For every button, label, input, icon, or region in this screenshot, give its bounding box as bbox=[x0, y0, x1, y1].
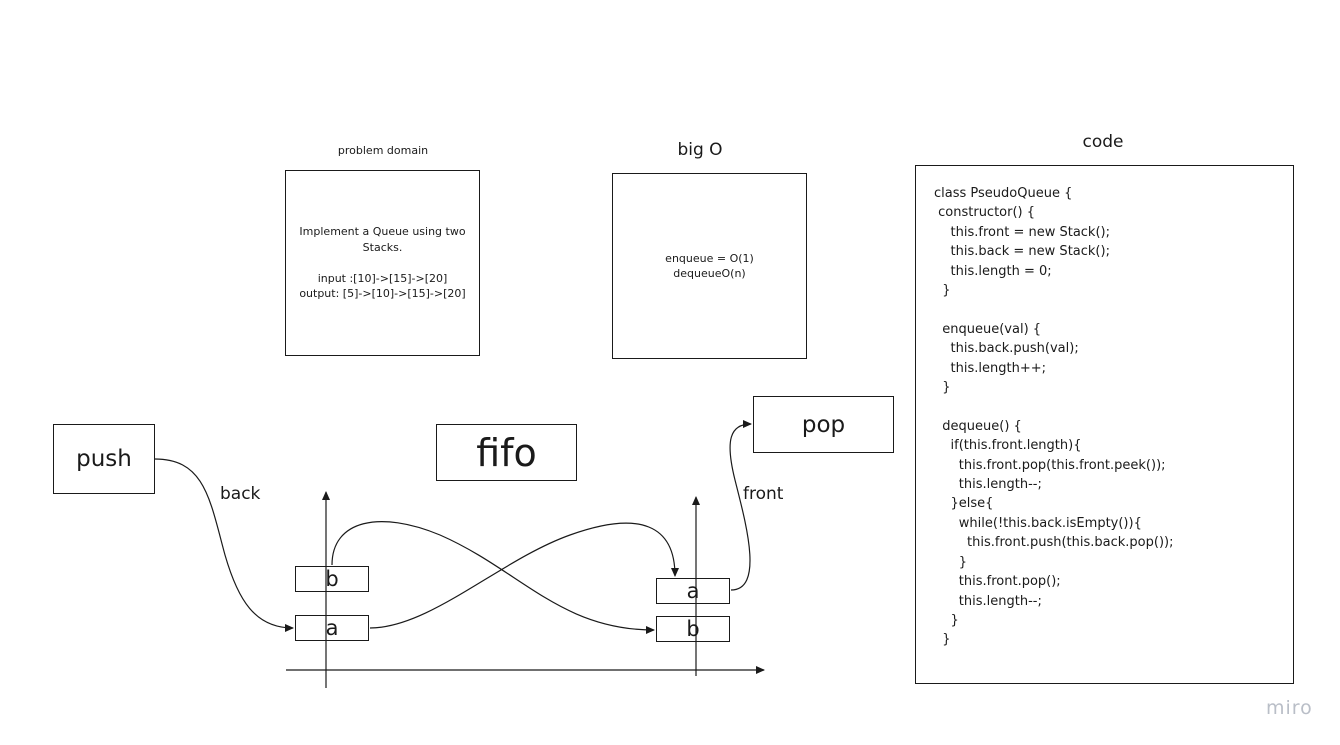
back-a-to-front-a-arrow bbox=[369, 522, 679, 629]
diagram-connectors bbox=[154, 420, 765, 688]
miro-logo: miro bbox=[1266, 697, 1313, 719]
push-to-back-arrow bbox=[154, 458, 294, 632]
front-to-pop-arrow bbox=[729, 420, 752, 591]
back-b-to-front-b-arrow bbox=[331, 521, 655, 634]
